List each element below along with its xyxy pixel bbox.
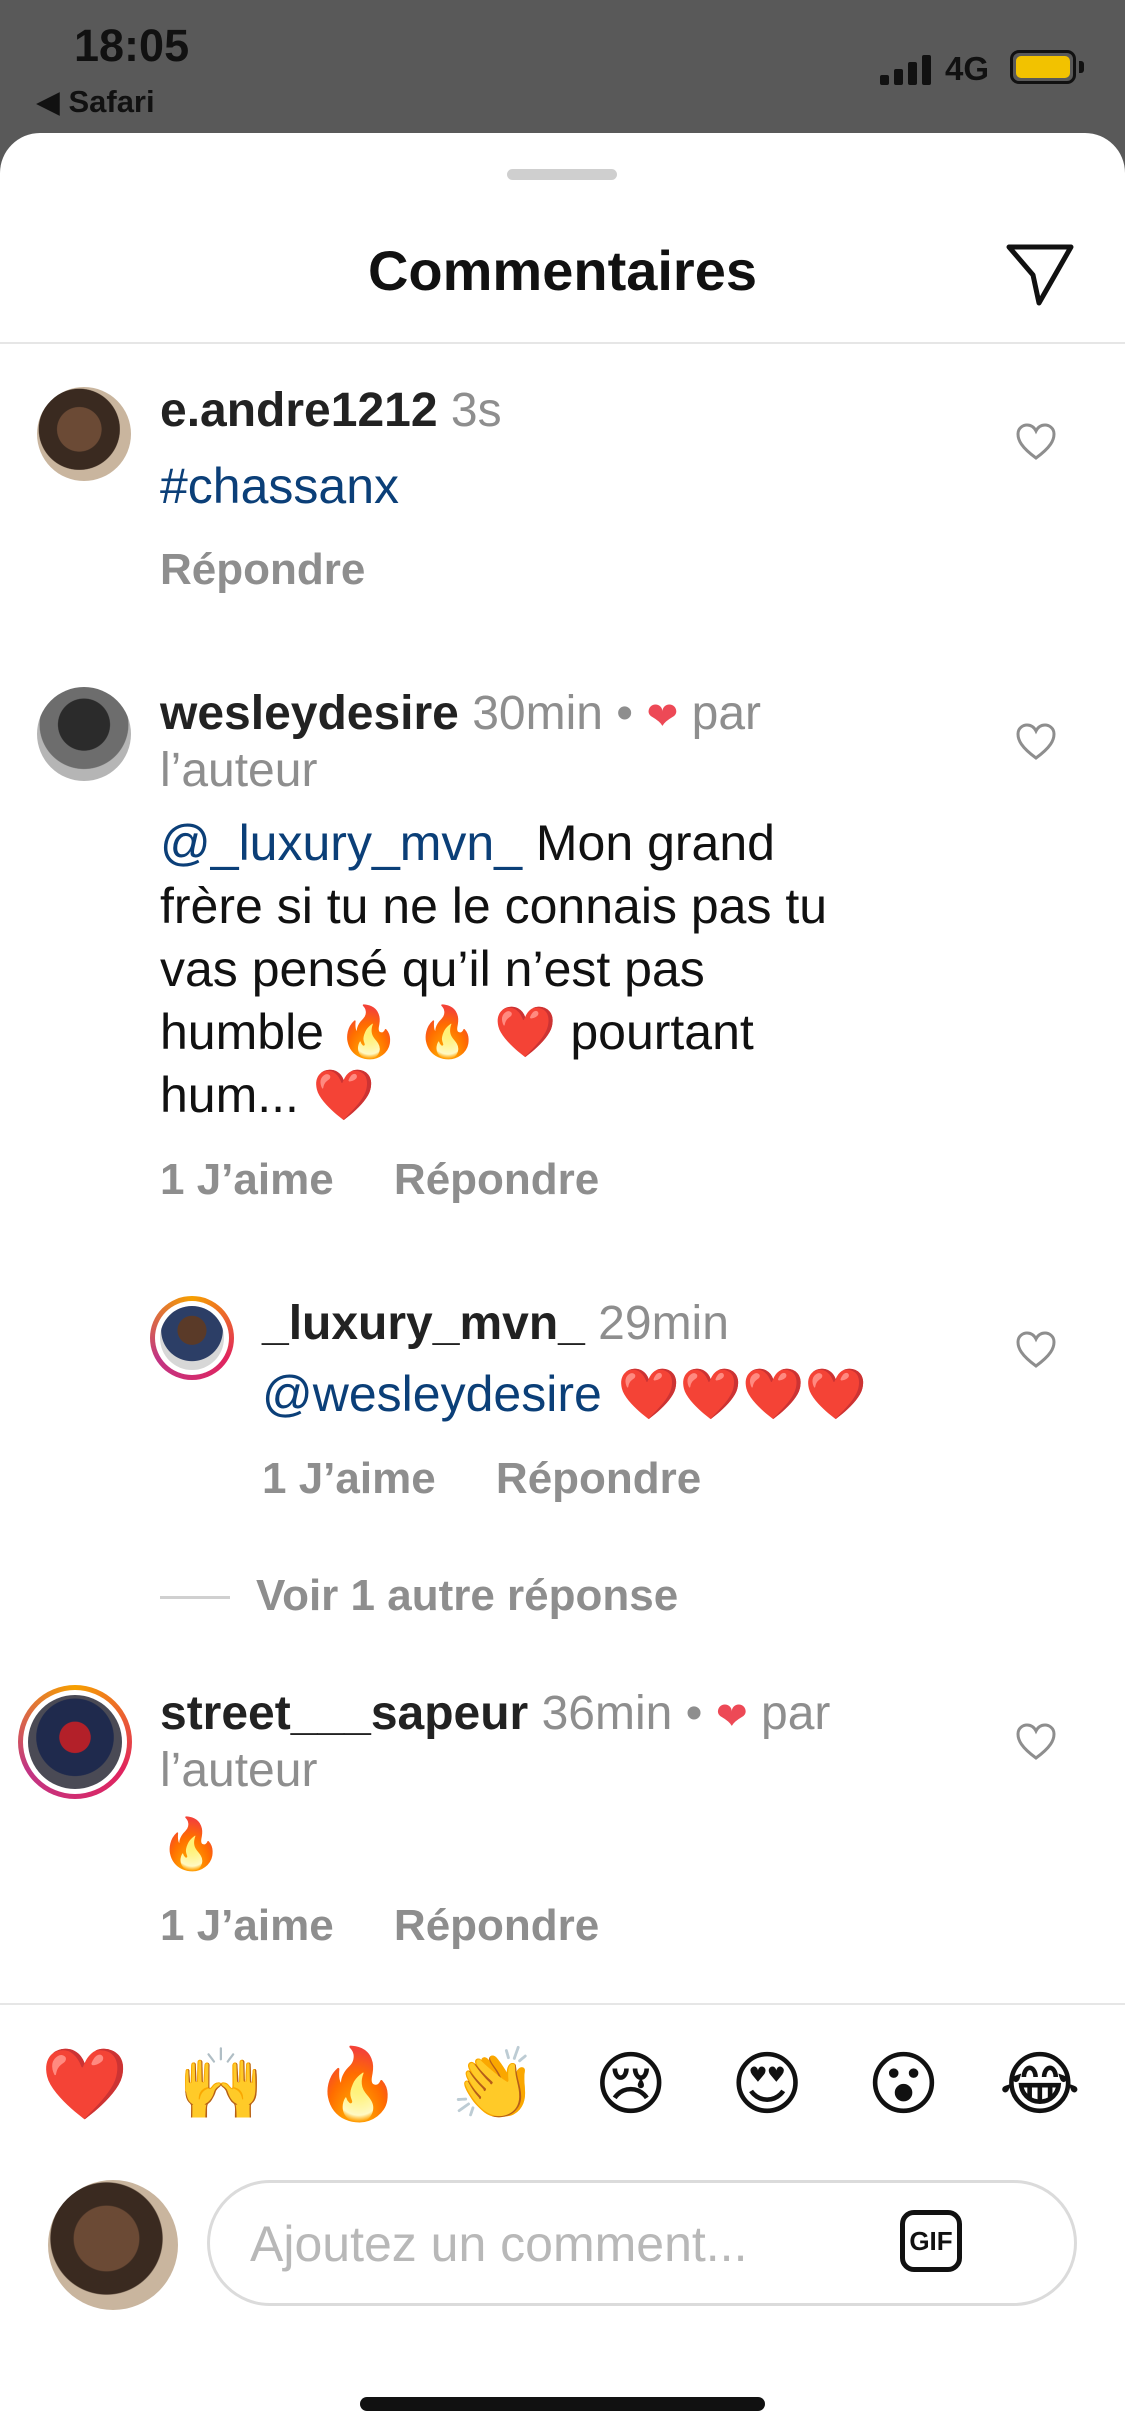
likes-count-button[interactable]: 1 J’aime bbox=[160, 1155, 334, 1204]
emoji-crying-button[interactable]: 😢 bbox=[586, 2043, 676, 2126]
reply-button[interactable]: Répondre bbox=[394, 1901, 599, 1950]
comment-actions: 1 J’aime Répondre bbox=[160, 1901, 647, 1951]
hearts-emoji: ❤️❤️❤️❤️ bbox=[601, 1365, 867, 1423]
avatar[interactable] bbox=[37, 687, 131, 781]
comment-text: @wesleydesire ❤️❤️❤️❤️ bbox=[262, 1363, 867, 1426]
comment-username[interactable]: street___sapeur bbox=[160, 1687, 528, 1740]
separator-dot: • bbox=[616, 687, 634, 740]
liked-by-author-label: par bbox=[761, 1687, 831, 1740]
fire-emoji: 🔥 bbox=[160, 1815, 223, 1873]
status-bar: 18:05 ◀ Safari 4G bbox=[0, 0, 1125, 140]
comment-input-placeholder: Ajoutez un comment... bbox=[250, 2216, 748, 2272]
sheet-grabber[interactable] bbox=[507, 169, 617, 180]
reply-button[interactable]: Répondre bbox=[496, 1454, 701, 1503]
emoji-clapping-button[interactable]: 👏 bbox=[449, 2043, 539, 2126]
comment-input[interactable]: Ajoutez un comment... GIF bbox=[207, 2180, 1077, 2306]
comment-actions: 1 J’aime Répondre bbox=[262, 1454, 749, 1504]
liked-by-author-label: par bbox=[691, 687, 762, 740]
comment-time: 36min bbox=[541, 1687, 673, 1740]
mention-link[interactable]: @_luxury_mvn_ bbox=[160, 815, 522, 871]
emoji-laughing-button[interactable]: 😂 bbox=[995, 2043, 1085, 2126]
comment-line-5: hum... ❤️ bbox=[160, 1066, 376, 1124]
battery-icon bbox=[1010, 50, 1076, 84]
view-more-replies-button[interactable]: Voir 1 autre réponse bbox=[256, 1571, 678, 1621]
liked-by-author-label-2: l’auteur bbox=[160, 1744, 318, 1797]
emoji-reaction-bar: ❤️ 🙌 🔥 👏 😢 😍 😮 😂 bbox=[40, 2043, 1085, 2126]
comment-line-2: frère si tu ne le connais pas tu bbox=[160, 878, 828, 934]
emoji-heart-eyes-button[interactable]: 😍 bbox=[722, 2043, 812, 2126]
network-label: 4G bbox=[945, 50, 990, 87]
view-more-line bbox=[160, 1596, 230, 1599]
author-heart-icon: ❤ bbox=[646, 696, 679, 738]
comment-line-4: humble 🔥 🔥 ❤️ pourtant bbox=[160, 1003, 754, 1061]
comment-username[interactable]: e.andre1212 bbox=[160, 384, 438, 437]
avatar[interactable] bbox=[37, 387, 131, 481]
separator-dot: • bbox=[685, 1687, 703, 1740]
heart-outline-icon[interactable] bbox=[1016, 1331, 1056, 1369]
comment-time: 3s bbox=[450, 384, 502, 437]
signal-icon bbox=[880, 55, 931, 85]
comments-sheet: Commentaires e.andre1212 3s #chassanx Ré… bbox=[0, 133, 1125, 2436]
comment-hashtag[interactable]: #chassanx bbox=[160, 455, 399, 518]
mention-link[interactable]: @wesleydesire bbox=[262, 1366, 602, 1422]
comment-time: 29min bbox=[598, 1297, 729, 1350]
comment-actions: Répondre bbox=[160, 545, 413, 595]
paper-plane-icon[interactable] bbox=[1005, 241, 1075, 307]
heart-outline-icon[interactable] bbox=[1016, 1723, 1056, 1761]
status-time: 18:05 bbox=[74, 20, 190, 71]
emoji-raising-hands-button[interactable]: 🙌 bbox=[176, 2043, 266, 2126]
comment-text: @_luxury_mvn_ Mon grand frère si tu ne l… bbox=[160, 812, 827, 1127]
reply-button[interactable]: Répondre bbox=[160, 545, 365, 594]
emoji-heart-button[interactable]: ❤️ bbox=[40, 2043, 130, 2126]
story-ring-avatar[interactable] bbox=[18, 1685, 132, 1799]
comment-time: 30min bbox=[472, 687, 603, 740]
comment-header: wesleydesire 30min • ❤ par bbox=[160, 686, 761, 741]
comment-actions: 1 J’aime Répondre bbox=[160, 1155, 647, 1205]
reply-button[interactable]: Répondre bbox=[394, 1155, 599, 1204]
heart-outline-icon[interactable] bbox=[1016, 723, 1056, 761]
author-heart-icon: ❤ bbox=[715, 1696, 748, 1738]
comment-username[interactable]: _luxury_mvn_ bbox=[262, 1297, 585, 1350]
battery-tip bbox=[1079, 61, 1084, 73]
comment-header: e.andre1212 3s bbox=[160, 383, 502, 438]
story-ring-avatar[interactable] bbox=[150, 1296, 234, 1380]
likes-count-button[interactable]: 1 J’aime bbox=[262, 1454, 436, 1503]
fire-heart-emoji: 🔥 🔥 ❤️ bbox=[337, 1003, 557, 1061]
heart-emoji: ❤️ bbox=[312, 1066, 376, 1124]
heart-outline-icon[interactable] bbox=[1016, 423, 1056, 461]
comment-header: _luxury_mvn_ 29min bbox=[262, 1296, 729, 1351]
emoji-surprised-button[interactable]: 😮 bbox=[859, 2043, 949, 2126]
back-to-safari-link[interactable]: ◀ Safari bbox=[36, 84, 155, 120]
comment-header: street___sapeur 36min • ❤ par bbox=[160, 1686, 830, 1741]
home-indicator[interactable] bbox=[360, 2397, 765, 2411]
reactions-divider bbox=[0, 2003, 1125, 2005]
comment-line-1: @_luxury_mvn_ Mon grand bbox=[160, 815, 775, 871]
comment-line-3: vas pensé qu’il n’est pas bbox=[160, 941, 705, 997]
current-user-avatar bbox=[48, 2180, 178, 2310]
comment-username[interactable]: wesleydesire bbox=[160, 687, 459, 740]
header-divider bbox=[0, 342, 1125, 344]
page-title: Commentaires bbox=[367, 239, 758, 302]
likes-count-button[interactable]: 1 J’aime bbox=[160, 1901, 334, 1950]
liked-by-author-label-2: l’auteur bbox=[160, 744, 318, 797]
emoji-fire-button[interactable]: 🔥 bbox=[313, 2043, 403, 2126]
gif-button[interactable]: GIF bbox=[900, 2210, 962, 2272]
